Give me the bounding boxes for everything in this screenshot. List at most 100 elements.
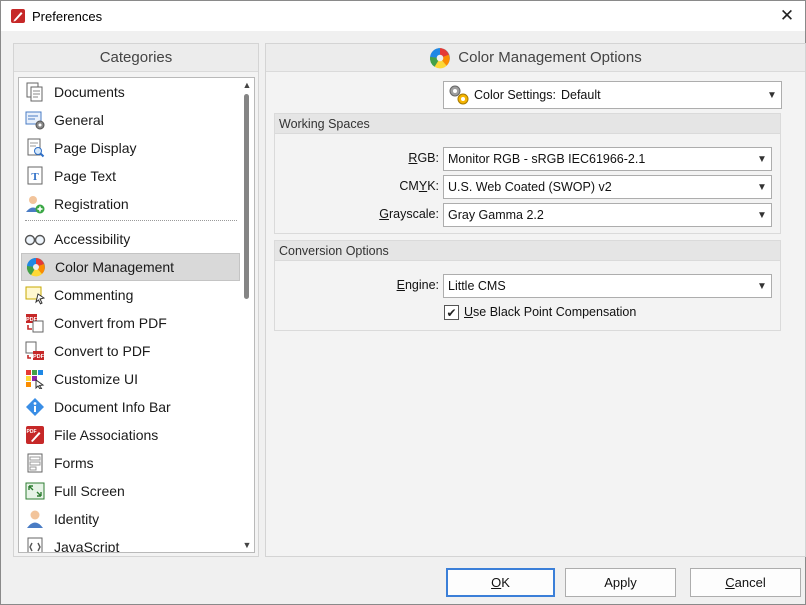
category-commenting[interactable]: Commenting <box>21 281 240 309</box>
color-wheel-icon <box>430 47 451 68</box>
cmyk-dropdown[interactable]: U.S. Web Coated (SWOP) v2 ▼ <box>443 175 772 199</box>
working-spaces-title: Working Spaces <box>275 114 780 134</box>
title-bar: Preferences ✕ <box>1 1 805 31</box>
convert-to-pdf-icon: PDF <box>24 340 46 362</box>
category-accessibility[interactable]: Accessibility <box>21 225 240 253</box>
convert-from-pdf-icon: PDF <box>24 312 46 334</box>
ok-button[interactable]: OK <box>446 568 555 597</box>
options-header: Color Management Options <box>266 44 805 72</box>
close-icon[interactable]: ✕ <box>777 6 797 26</box>
category-label: Color Management <box>55 259 175 275</box>
category-label: Full Screen <box>54 483 125 499</box>
category-label: Page Display <box>54 140 137 156</box>
documents-icon <box>24 81 46 103</box>
category-label: Forms <box>54 455 94 471</box>
category-page-text[interactable]: T Page Text <box>21 162 240 190</box>
grayscale-label: Grayscale: <box>379 207 439 221</box>
category-label: Registration <box>54 196 129 212</box>
conversion-options-title: Conversion Options <box>275 241 780 261</box>
general-icon <box>24 109 46 131</box>
category-color-management[interactable]: Color Management <box>21 253 240 281</box>
category-documents[interactable]: Documents <box>21 78 240 106</box>
apply-button[interactable]: Apply <box>565 568 676 597</box>
svg-text:PDF: PDF <box>33 354 45 360</box>
grayscale-value: Gray Gamma 2.2 <box>448 208 544 222</box>
categories-scrollbar[interactable]: ▲ ▼ <box>240 78 254 552</box>
category-label: Commenting <box>54 287 134 303</box>
app-logo-icon <box>11 9 25 23</box>
category-file-associations[interactable]: PDF File Associations <box>21 421 240 449</box>
category-label: Page Text <box>54 168 117 184</box>
scroll-up-arrow-icon[interactable]: ▲ <box>240 78 254 92</box>
chevron-down-icon: ▼ <box>757 280 767 292</box>
list-separator <box>25 220 237 221</box>
accessibility-icon <box>24 228 46 250</box>
registration-icon <box>24 193 46 215</box>
category-javascript[interactable]: JavaScript <box>21 533 240 553</box>
category-label: General <box>54 112 104 128</box>
category-forms[interactable]: Forms <box>21 449 240 477</box>
conversion-options-group: Conversion Options Engine: Little CMS ▼ … <box>274 240 781 331</box>
working-spaces-group: Working Spaces RGB: Monitor RGB - sRGB I… <box>274 113 781 234</box>
cancel-button[interactable]: Cancel <box>690 568 801 597</box>
chevron-down-icon: ▼ <box>757 209 767 221</box>
color-management-icon <box>25 256 47 278</box>
category-label: JavaScript <box>54 539 120 553</box>
gears-icon <box>449 85 469 105</box>
preferences-dialog: Preferences ✕ Categories Documents Gener… <box>0 0 806 605</box>
engine-dropdown[interactable]: Little CMS ▼ <box>443 274 772 298</box>
category-identity[interactable]: Identity <box>21 505 240 533</box>
chevron-down-icon: ▼ <box>767 89 777 101</box>
category-registration[interactable]: Registration <box>21 190 240 218</box>
engine-label: Engine: <box>396 278 439 292</box>
category-document-info-bar[interactable]: Document Info Bar <box>21 393 240 421</box>
cmyk-value: U.S. Web Coated (SWOP) v2 <box>448 180 612 194</box>
page-text-icon: T <box>24 165 46 187</box>
grayscale-dropdown[interactable]: Gray Gamma 2.2 ▼ <box>443 203 772 227</box>
document-info-bar-icon <box>24 396 46 418</box>
black-point-label[interactable]: Use Black Point Compensation <box>464 305 636 319</box>
category-label: Customize UI <box>54 371 139 387</box>
category-label: Accessibility <box>54 231 131 247</box>
category-label: Convert to PDF <box>54 343 151 359</box>
customize-ui-icon <box>24 368 46 390</box>
svg-text:PDF: PDF <box>27 429 37 435</box>
category-general[interactable]: General <box>21 106 240 134</box>
options-panel: Color Management Options Color Settings:… <box>265 43 806 557</box>
checkmark-icon: ✔ <box>446 305 457 320</box>
commenting-icon <box>24 284 46 306</box>
page-display-icon <box>24 137 46 159</box>
chevron-down-icon: ▼ <box>757 181 767 193</box>
category-label: Convert from PDF <box>54 315 167 331</box>
rgb-value: Monitor RGB - sRGB IEC61966-2.1 <box>448 152 646 166</box>
black-point-checkbox[interactable]: ✔ <box>444 305 459 320</box>
rgb-dropdown[interactable]: Monitor RGB - sRGB IEC61966-2.1 ▼ <box>443 147 772 171</box>
category-label: File Associations <box>54 427 159 443</box>
categories-list[interactable]: Documents General Page Display T Page Te… <box>18 77 255 553</box>
window-title: Preferences <box>32 8 103 24</box>
engine-value: Little CMS <box>448 279 506 293</box>
category-label: Document Info Bar <box>54 399 171 415</box>
forms-icon <box>24 452 46 474</box>
categories-panel: Categories Documents General Page Displa… <box>13 43 259 557</box>
category-label: Identity <box>54 511 100 527</box>
category-customize-ui[interactable]: Customize UI <box>21 365 240 393</box>
identity-icon <box>24 508 46 530</box>
color-settings-dropdown[interactable]: Color Settings: Default ▼ <box>443 81 782 109</box>
chevron-down-icon: ▼ <box>757 153 767 165</box>
cmyk-label: CMYK: <box>399 179 439 193</box>
category-page-display[interactable]: Page Display <box>21 134 240 162</box>
category-convert-to-pdf[interactable]: PDF Convert to PDF <box>21 337 240 365</box>
options-title: Color Management Options <box>458 49 642 66</box>
file-associations-icon: PDF <box>24 424 46 446</box>
scroll-down-arrow-icon[interactable]: ▼ <box>240 538 254 552</box>
svg-text:T: T <box>31 171 39 183</box>
color-settings-label: Color Settings: <box>474 88 556 102</box>
color-settings-value: Default <box>560 88 601 102</box>
full-screen-icon <box>24 480 46 502</box>
category-label: Documents <box>54 84 125 100</box>
categories-header: Categories <box>14 44 258 72</box>
scroll-thumb[interactable] <box>244 94 249 299</box>
category-full-screen[interactable]: Full Screen <box>21 477 240 505</box>
category-convert-from-pdf[interactable]: PDF Convert from PDF <box>21 309 240 337</box>
